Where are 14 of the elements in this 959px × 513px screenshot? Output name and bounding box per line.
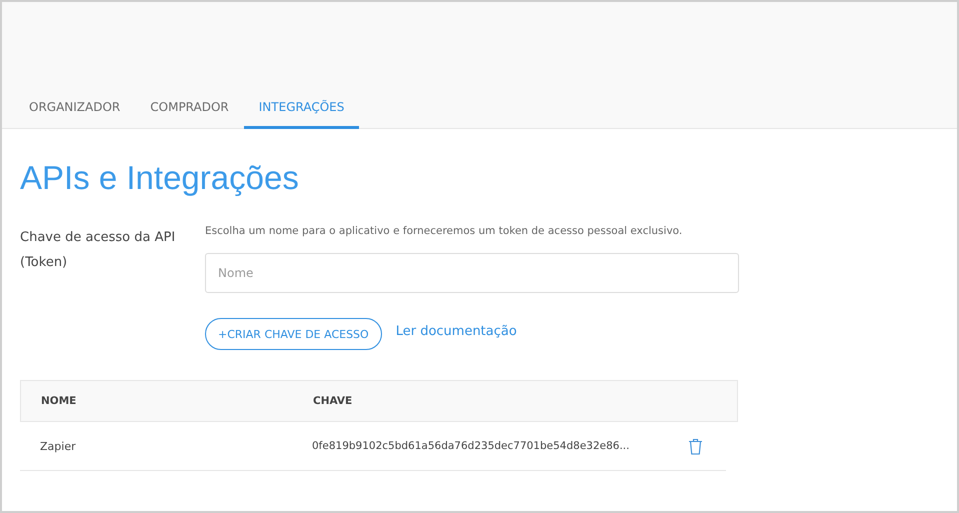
section-label: Chave de acesso da API (Token) <box>20 229 176 272</box>
tab[interactable]: COMPRADOR <box>135 100 244 129</box>
table-cell-text: Zapier <box>39 440 77 452</box>
tab[interactable]: INTEGRAÇÕES <box>244 100 360 129</box>
column-header: CHAVE <box>313 395 354 407</box>
table-cell-text: 0fe819b9102c5bd61a56da76d235dec7701be54d8e32e86... <box>312 440 630 452</box>
column-header: NOME <box>40 395 78 407</box>
trash-icon[interactable] <box>688 438 703 454</box>
tab[interactable]: ORGANIZADOR <box>14 100 136 129</box>
create-key-button[interactable]: +CRIAR CHAVE DE ACESSO <box>205 318 382 350</box>
name-field[interactable]: Nome <box>205 253 739 293</box>
page-title: APIs e Integrações <box>20 159 300 197</box>
documentation-link[interactable]: Ler documentação <box>396 324 517 338</box>
hint-text: Escolha um nome para o aplicativo e forneceremos um token de acesso pessoal exclusivo. <box>205 224 684 239</box>
